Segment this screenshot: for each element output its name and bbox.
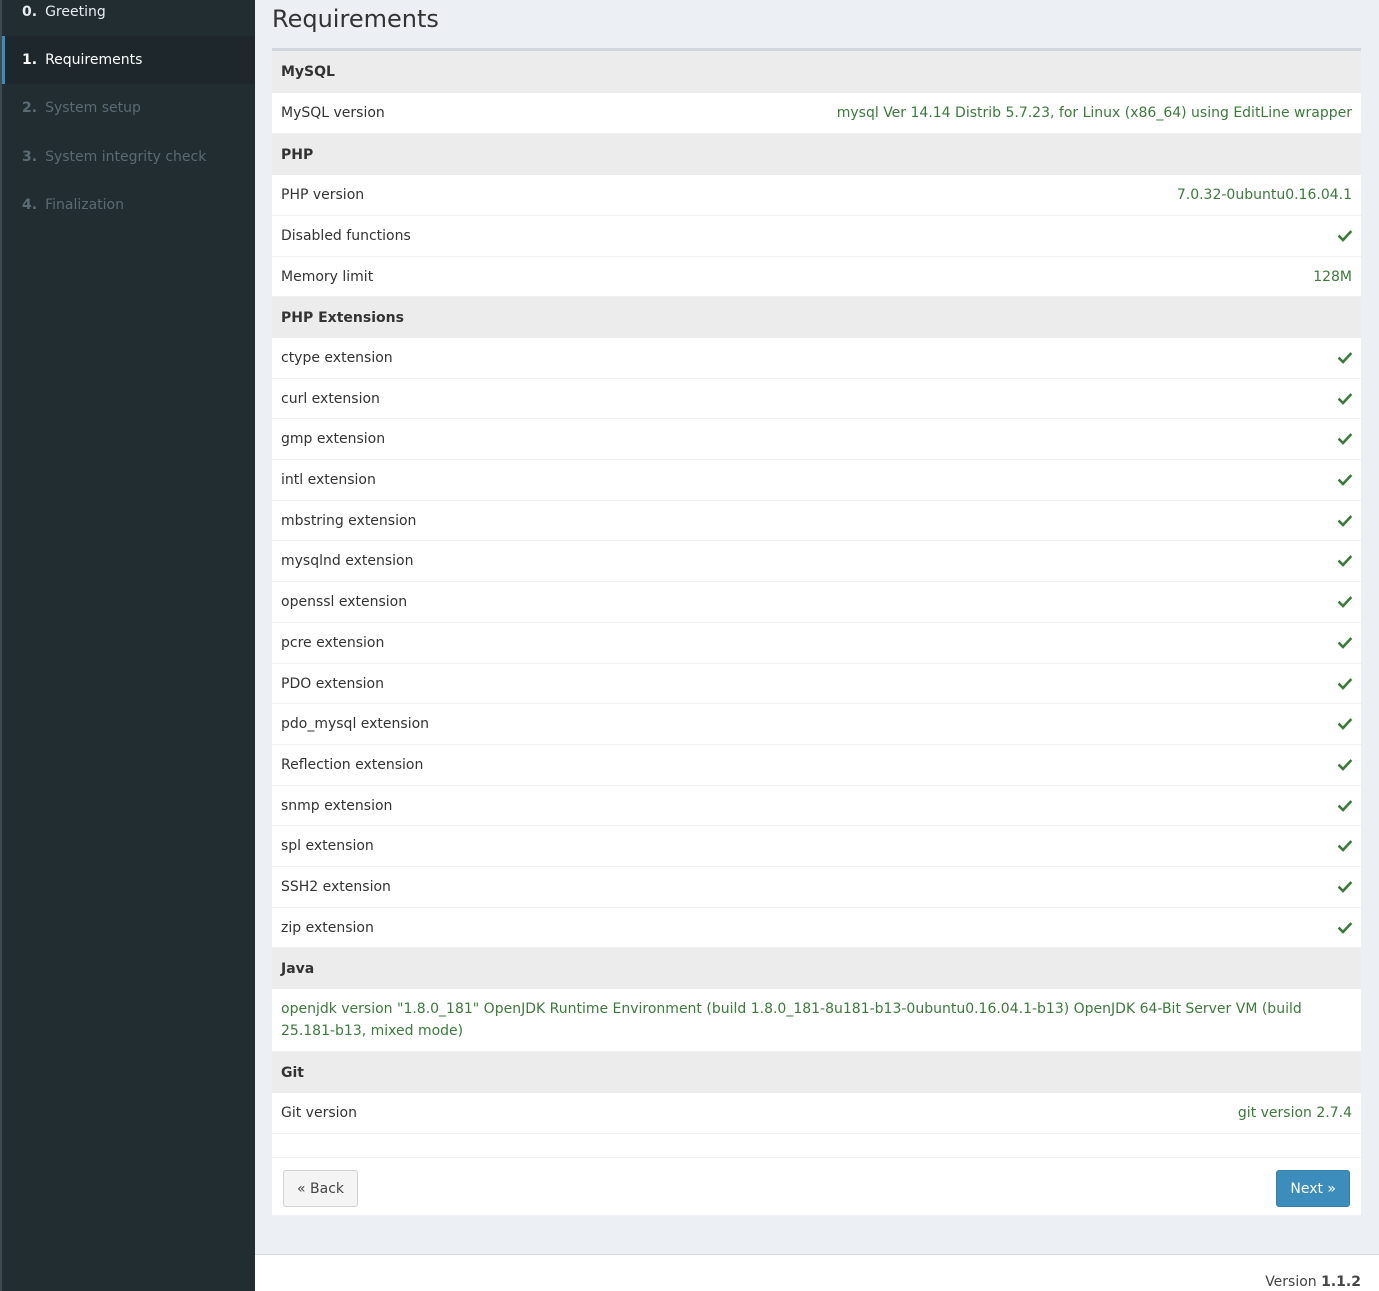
check-icon bbox=[1338, 799, 1352, 812]
requirement-value: mysql Ver 14.14 Distrib 5.7.23, for Linu… bbox=[836, 105, 1352, 121]
requirement-label: Reflection extension bbox=[281, 757, 424, 773]
requirement-row: zip extension bbox=[272, 908, 1361, 948]
check-icon bbox=[1338, 840, 1352, 852]
version-prefix: Version bbox=[1265, 1274, 1317, 1290]
page-title: Requirements bbox=[272, 5, 439, 33]
requirement-label: curl extension bbox=[281, 390, 380, 407]
requirement-label: ctype extension bbox=[281, 350, 393, 366]
java-version-text: openjdk version "1.8.0_181" OpenJDK Runt… bbox=[272, 989, 1361, 1052]
section-header-git: Git bbox=[272, 1052, 1361, 1093]
section-header-php-extensions: PHP Extensions bbox=[272, 297, 1361, 338]
check-icon bbox=[1338, 514, 1352, 527]
check-icon bbox=[1338, 596, 1352, 608]
requirement-row: Reflection extension bbox=[272, 745, 1361, 786]
requirement-label: mbstring extension bbox=[281, 512, 417, 529]
java-version-value: openjdk version "1.8.0_181" OpenJDK Runt… bbox=[281, 1001, 1302, 1039]
step-number: 0. bbox=[22, 4, 38, 20]
requirement-value: 7.0.32-0ubuntu0.16.04.1 bbox=[1176, 187, 1352, 203]
requirement-row: gmp extension bbox=[272, 419, 1361, 460]
requirement-label: Memory limit bbox=[281, 268, 374, 285]
page-footer: Version 1.1.2 bbox=[255, 1254, 1379, 1291]
requirement-label: MySQL version bbox=[281, 105, 385, 121]
requirement-row: mysqlnd extension bbox=[272, 541, 1361, 582]
requirement-label: intl extension bbox=[281, 472, 376, 488]
sidebar-step-greeting[interactable]: 0. Greeting bbox=[2, 0, 255, 24]
section-title: PHP Extensions bbox=[281, 309, 404, 326]
requirement-row: snmp extension bbox=[272, 786, 1361, 826]
requirement-value: git version 2.7.4 bbox=[1237, 1105, 1352, 1121]
step-number: 1. bbox=[22, 52, 38, 68]
installer-window: 0. Greeting 1. Requirements 2. System se… bbox=[0, 0, 1379, 1291]
section-title: MySQL bbox=[281, 64, 335, 80]
step-number: 3. bbox=[22, 149, 38, 165]
check-icon bbox=[1338, 759, 1352, 771]
requirement-label: zip extension bbox=[281, 919, 374, 936]
requirement-row: pdo_mysql extension bbox=[272, 704, 1361, 745]
section-title: PHP bbox=[281, 146, 314, 163]
check-icon bbox=[1338, 433, 1352, 445]
section-header-java: Java bbox=[272, 948, 1361, 989]
requirement-row: Git version git version 2.7.4 bbox=[272, 1093, 1361, 1134]
check-icon bbox=[1338, 555, 1352, 567]
requirement-label: snmp extension bbox=[281, 797, 393, 814]
check-icon bbox=[1338, 718, 1352, 730]
check-icon bbox=[1338, 392, 1352, 405]
requirement-label: mysqlnd extension bbox=[281, 553, 414, 569]
requirement-row: Memory limit 128M bbox=[272, 257, 1361, 297]
wizard-navigation: « Back Next » bbox=[272, 1157, 1361, 1215]
step-label: Requirements bbox=[45, 52, 143, 68]
requirement-label: pdo_mysql extension bbox=[281, 716, 430, 732]
requirement-row: spl extension bbox=[272, 826, 1361, 867]
section-title: Java bbox=[281, 960, 315, 977]
next-button[interactable]: Next » bbox=[1276, 1170, 1350, 1207]
requirement-row: Disabled functions bbox=[272, 216, 1361, 257]
requirement-label: PHP version bbox=[281, 187, 365, 203]
requirement-row: PDO extension bbox=[272, 664, 1361, 704]
requirement-label: SSH2 extension bbox=[281, 879, 391, 895]
check-icon bbox=[1338, 230, 1352, 242]
section-header-mysql: MySQL bbox=[272, 51, 1361, 93]
requirement-value: 128M bbox=[1313, 268, 1352, 285]
requirement-label: pcre extension bbox=[281, 635, 385, 651]
sidebar-step-finalization[interactable]: 4. Finalization bbox=[2, 181, 255, 229]
main-content: Requirements MySQL MySQL version mysql V… bbox=[255, 0, 1379, 1254]
sidebar-step-requirements[interactable]: 1. Requirements bbox=[2, 36, 255, 84]
check-icon bbox=[1338, 352, 1352, 364]
sidebar: 0. Greeting 1. Requirements 2. System se… bbox=[0, 0, 255, 1291]
sidebar-step-system-setup[interactable]: 2. System setup bbox=[2, 84, 255, 132]
check-icon bbox=[1338, 881, 1352, 893]
requirement-label: Disabled functions bbox=[281, 228, 411, 244]
requirement-row: PHP version 7.0.32-0ubuntu0.16.04.1 bbox=[272, 175, 1361, 216]
requirement-label: spl extension bbox=[281, 838, 374, 854]
version-number: 1.1.2 bbox=[1321, 1274, 1361, 1290]
step-label: System integrity check bbox=[45, 149, 207, 165]
requirement-label: openssl extension bbox=[281, 594, 408, 610]
requirement-row: curl extension bbox=[272, 379, 1361, 419]
requirement-row: intl extension bbox=[272, 460, 1361, 501]
requirements-box: MySQL MySQL version mysql Ver 14.14 Dist… bbox=[272, 48, 1361, 1215]
check-icon bbox=[1338, 921, 1352, 934]
step-number: 4. bbox=[22, 197, 38, 213]
check-icon bbox=[1338, 677, 1352, 690]
requirement-row: MySQL version mysql Ver 14.14 Distrib 5.… bbox=[272, 93, 1361, 134]
check-icon bbox=[1338, 637, 1352, 649]
step-label: Finalization bbox=[45, 197, 124, 213]
requirement-label: PDO extension bbox=[281, 675, 384, 692]
sidebar-step-system-integrity-check[interactable]: 3. System integrity check bbox=[2, 133, 255, 181]
section-title: Git bbox=[281, 1064, 304, 1081]
step-label: System setup bbox=[45, 100, 141, 116]
step-label: Greeting bbox=[45, 4, 106, 20]
requirement-row: ctype extension bbox=[272, 338, 1361, 379]
requirement-row: SSH2 extension bbox=[272, 867, 1361, 908]
back-button[interactable]: « Back bbox=[283, 1170, 359, 1207]
requirement-row: pcre extension bbox=[272, 623, 1361, 664]
version-info: Version 1.1.2 bbox=[1265, 1274, 1361, 1290]
requirement-row: mbstring extension bbox=[272, 501, 1361, 541]
check-icon bbox=[1338, 474, 1352, 486]
section-header-php: PHP bbox=[272, 134, 1361, 175]
requirement-label: Git version bbox=[281, 1105, 357, 1121]
requirement-row: openssl extension bbox=[272, 582, 1361, 623]
requirement-label: gmp extension bbox=[281, 431, 386, 447]
step-number: 2. bbox=[22, 100, 38, 116]
